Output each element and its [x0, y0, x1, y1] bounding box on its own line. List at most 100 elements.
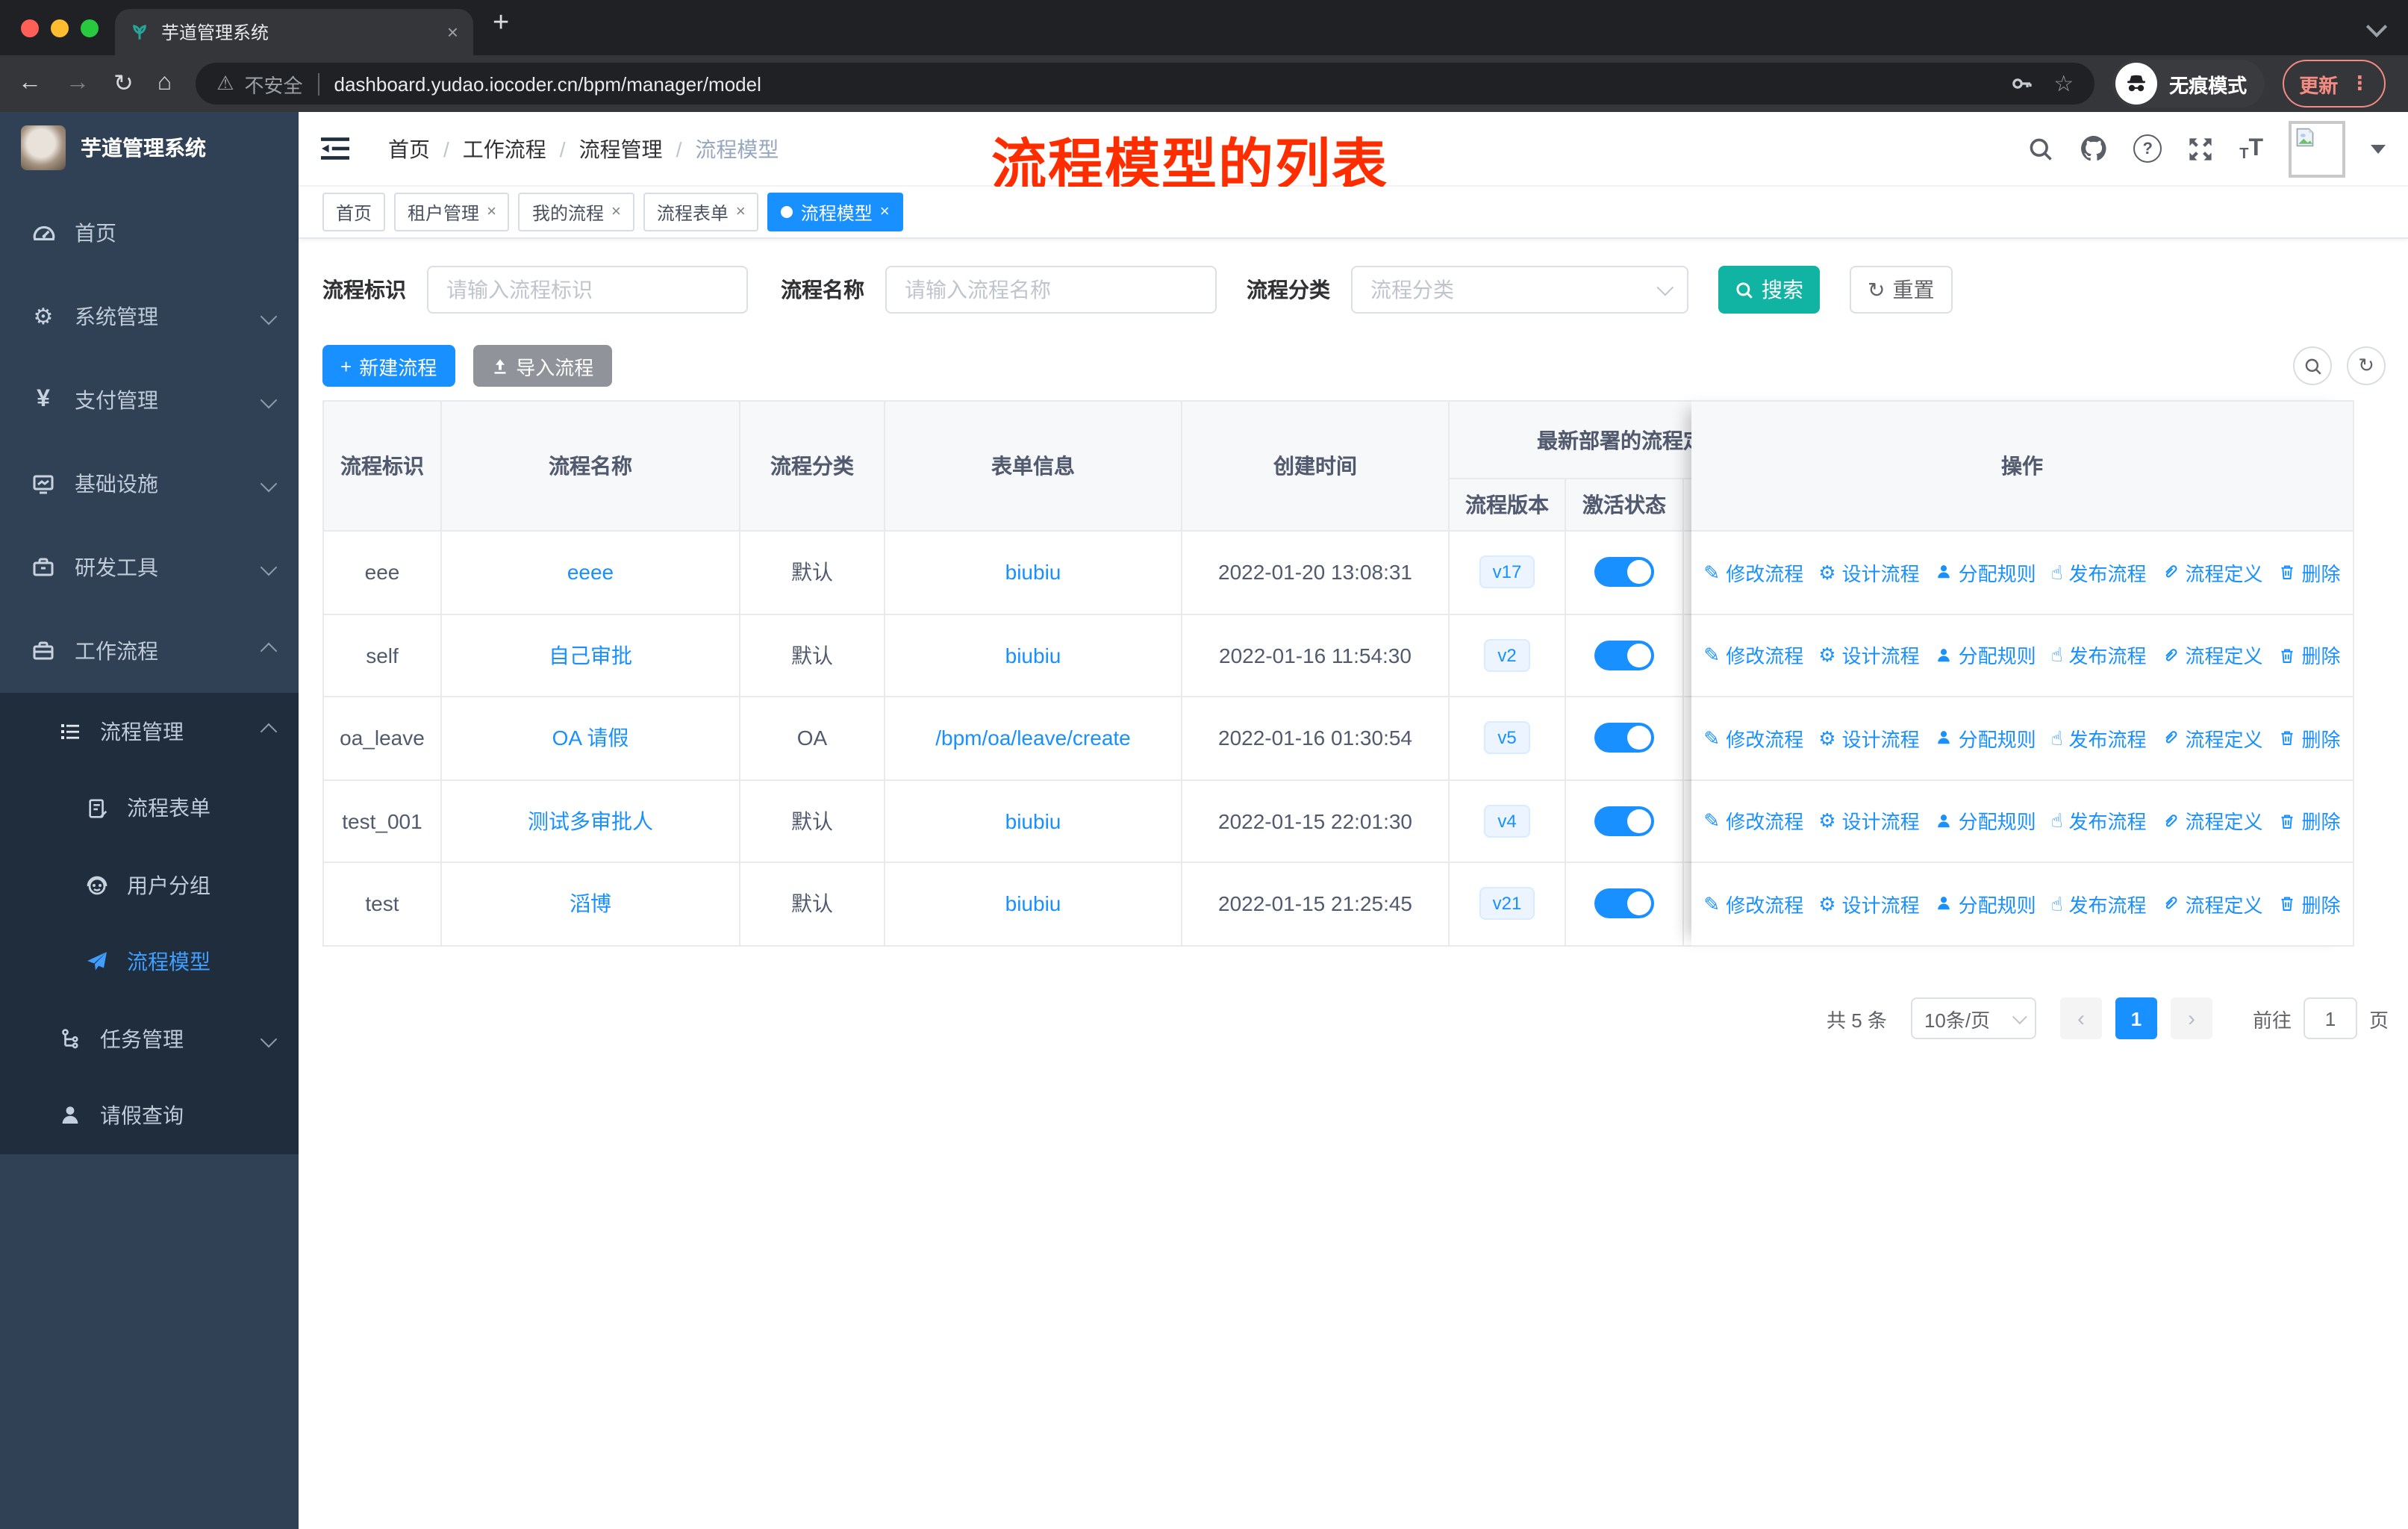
model-name-link[interactable]: OA 请假 — [552, 723, 629, 753]
refresh-table-button[interactable]: ↻ — [2347, 346, 2386, 385]
edit-process-link[interactable]: ✎ 修改流程 — [1703, 641, 1803, 670]
help-icon[interactable]: ? — [2133, 134, 2162, 163]
security-label[interactable]: 不安全 — [244, 69, 302, 98]
sidebar-item-system[interactable]: ⚙ 系统管理 — [0, 275, 299, 358]
sidebar-item-user-group[interactable]: 用户分组 — [0, 847, 299, 924]
tag-close-icon[interactable]: × — [880, 203, 890, 221]
address-bar[interactable]: ⚠ 不安全 dashboard.yudao.iocoder.cn/bpm/man… — [196, 63, 2095, 105]
sidebar-item-payment[interactable]: ¥ 支付管理 — [0, 358, 299, 442]
tag-close-icon[interactable]: × — [736, 203, 746, 221]
back-icon[interactable]: ← — [18, 70, 42, 97]
tag-tenant[interactable]: 租户管理 × — [394, 193, 510, 231]
edit-process-link[interactable]: ✎ 修改流程 — [1703, 890, 1803, 918]
form-info-link[interactable]: /bpm/oa/leave/create — [935, 726, 1131, 750]
prev-page-button[interactable]: ‹ — [2059, 997, 2102, 1039]
deploy-process-link[interactable]: ☝ 发布流程 — [2051, 558, 2147, 587]
user-avatar[interactable] — [2289, 120, 2345, 177]
edit-process-link[interactable]: ✎ 修改流程 — [1703, 807, 1803, 835]
goto-page-input[interactable]: 1 — [2303, 997, 2357, 1039]
active-toggle[interactable] — [1594, 557, 1654, 588]
delete-link[interactable]: 删除 — [2278, 641, 2341, 670]
form-info-link[interactable]: biubiu — [1005, 644, 1061, 667]
close-window-button[interactable] — [21, 19, 39, 37]
bookmark-star-icon[interactable]: ☆ — [2053, 70, 2074, 97]
form-info-link[interactable]: biubiu — [1005, 892, 1061, 916]
tab-close-icon[interactable]: × — [447, 21, 458, 43]
active-toggle[interactable] — [1594, 723, 1654, 753]
model-name-link[interactable]: 测试多审批人 — [528, 806, 653, 836]
edit-process-link[interactable]: ✎ 修改流程 — [1703, 558, 1803, 587]
process-definition-link[interactable]: 流程定义 — [2162, 641, 2263, 670]
sidebar-item-process-management[interactable]: 流程管理 — [0, 693, 299, 770]
active-toggle[interactable] — [1594, 806, 1654, 836]
sidebar-item-process-form[interactable]: 流程表单 — [0, 770, 299, 847]
reload-icon[interactable]: ↻ — [113, 69, 134, 99]
search-button[interactable]: 搜索 — [1718, 266, 1820, 314]
tag-my-process[interactable]: 我的流程 × — [518, 193, 634, 231]
avatar-dropdown-caret-icon[interactable] — [2371, 144, 2386, 153]
deploy-process-link[interactable]: ☝ 发布流程 — [2051, 807, 2147, 835]
create-process-button[interactable]: + 新建流程 — [322, 345, 455, 387]
reset-button[interactable]: ↻ 重置 — [1850, 266, 1953, 314]
collapse-sidebar-icon[interactable] — [321, 136, 349, 161]
process-definition-link[interactable]: 流程定义 — [2162, 807, 2263, 835]
import-process-button[interactable]: 导入流程 — [472, 345, 612, 387]
tag-home[interactable]: 首页 — [322, 193, 386, 231]
github-icon[interactable] — [2080, 134, 2108, 163]
tag-close-icon[interactable]: × — [611, 203, 621, 221]
toggle-search-button[interactable] — [2293, 346, 2332, 385]
page-size-select[interactable]: 10条/页 — [1910, 997, 2036, 1039]
sidebar-item-process-model[interactable]: 流程模型 — [0, 924, 299, 1000]
form-info-link[interactable]: biubiu — [1005, 809, 1061, 833]
update-label[interactable]: 更新 — [2299, 69, 2338, 98]
tag-process-form[interactable]: 流程表单 × — [643, 193, 759, 231]
edit-process-link[interactable]: ✎ 修改流程 — [1703, 724, 1803, 753]
minimize-window-button[interactable] — [51, 19, 69, 37]
new-tab-button[interactable]: + — [493, 7, 509, 40]
assign-rule-link[interactable]: 分配规则 — [1935, 641, 2036, 670]
sidebar-item-home[interactable]: 首页 — [0, 191, 299, 275]
key-input[interactable]: 请输入流程标识 — [427, 266, 748, 314]
tag-process-model[interactable]: 流程模型 × — [767, 193, 903, 231]
design-process-link[interactable]: ⚙ 设计流程 — [1818, 558, 1919, 587]
home-icon[interactable]: ⌂ — [157, 70, 172, 97]
assign-rule-link[interactable]: 分配规则 — [1935, 558, 2036, 587]
model-name-link[interactable]: 滔博 — [570, 889, 611, 919]
assign-rule-link[interactable]: 分配规则 — [1935, 890, 2036, 918]
delete-link[interactable]: 删除 — [2278, 890, 2341, 918]
sidebar-item-devtools[interactable]: 研发工具 — [0, 526, 299, 609]
sidebar-item-leave-query[interactable]: 请假查询 — [0, 1077, 299, 1154]
sidebar-item-workflow[interactable]: 工作流程 — [0, 609, 299, 693]
tab-list-chevron-icon[interactable] — [2365, 16, 2388, 38]
key-icon[interactable] — [2009, 72, 2033, 96]
assign-rule-link[interactable]: 分配规则 — [1935, 724, 2036, 753]
forward-icon[interactable]: → — [66, 70, 90, 97]
delete-link[interactable]: 删除 — [2278, 558, 2341, 587]
design-process-link[interactable]: ⚙ 设计流程 — [1818, 641, 1919, 670]
browser-tab[interactable]: 芋道管理系统 × — [115, 9, 473, 55]
delete-link[interactable]: 删除 — [2278, 807, 2341, 835]
process-definition-link[interactable]: 流程定义 — [2162, 558, 2263, 587]
design-process-link[interactable]: ⚙ 设计流程 — [1818, 724, 1919, 753]
category-select[interactable]: 流程分类 — [1351, 266, 1688, 314]
deploy-process-link[interactable]: ☝ 发布流程 — [2051, 641, 2147, 670]
browser-update-button[interactable]: 更新 ⋮ — [2283, 60, 2386, 108]
page-url[interactable]: dashboard.yudao.iocoder.cn/bpm/manager/m… — [334, 72, 2009, 95]
sidebar-item-infra[interactable]: 基础设施 — [0, 442, 299, 526]
tag-close-icon[interactable]: × — [487, 203, 496, 221]
assign-rule-link[interactable]: 分配规则 — [1935, 807, 2036, 835]
current-page-button[interactable]: 1 — [2115, 997, 2157, 1039]
next-page-button[interactable]: › — [2170, 997, 2212, 1039]
breadcrumb-item[interactable]: 工作流程 — [463, 134, 546, 164]
design-process-link[interactable]: ⚙ 设计流程 — [1818, 890, 1919, 918]
search-icon[interactable] — [2027, 135, 2054, 162]
breadcrumb-item[interactable]: 流程管理 — [579, 134, 663, 164]
name-input[interactable]: 请输入流程名称 — [885, 266, 1217, 314]
process-definition-link[interactable]: 流程定义 — [2162, 724, 2263, 753]
font-size-icon[interactable]: TT — [2239, 135, 2263, 162]
fullscreen-icon[interactable] — [2187, 135, 2214, 162]
breadcrumb-item[interactable]: 首页 — [388, 134, 430, 164]
model-name-link[interactable]: eeee — [567, 561, 614, 585]
model-name-link[interactable]: 自己审批 — [549, 641, 632, 670]
deploy-process-link[interactable]: ☝ 发布流程 — [2051, 890, 2147, 918]
